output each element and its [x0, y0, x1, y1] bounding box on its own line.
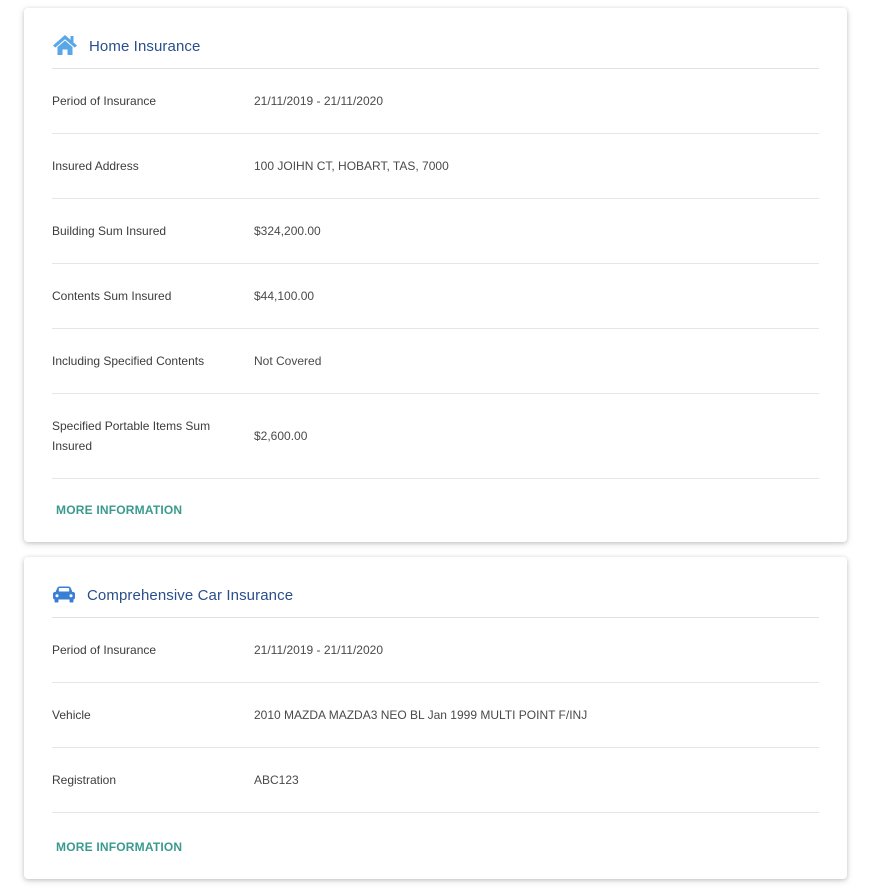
detail-label: Contents Sum Insured: [52, 289, 172, 303]
home-insurance-header: Home Insurance: [52, 8, 819, 69]
detail-value: $324,200.00: [254, 224, 321, 238]
detail-label: Vehicle: [52, 708, 91, 722]
detail-value: Not Covered: [254, 354, 322, 368]
detail-row-portable-items: Specified Portable Items Sum Insured $2,…: [52, 394, 819, 479]
detail-label: Period of Insurance: [52, 94, 157, 108]
detail-row-registration: Registration ABC123: [52, 748, 819, 813]
car-icon: [52, 585, 78, 609]
detail-value: $44,100.00: [254, 289, 315, 303]
card-title: Comprehensive Car Insurance: [87, 587, 294, 604]
home-details-list: Period of Insurance 21/11/2019 - 21/11/2…: [52, 69, 819, 479]
detail-value: ABC123: [254, 773, 299, 787]
detail-row-period: Period of Insurance 21/11/2019 - 21/11/2…: [52, 618, 819, 683]
detail-row-specified-contents: Including Specified Contents Not Covered: [52, 329, 819, 394]
detail-value: 21/11/2019 - 21/11/2020: [254, 643, 383, 657]
detail-row-address: Insured Address 100 JOIHN CT, HOBART, TA…: [52, 134, 819, 199]
detail-label: Registration: [52, 773, 117, 787]
detail-label: Building Sum Insured: [52, 224, 167, 238]
detail-row-vehicle: Vehicle 2010 MAZDA MAZDA3 NEO BL Jan 199…: [52, 683, 819, 748]
detail-value: 21/11/2019 - 21/11/2020: [254, 94, 383, 108]
detail-row-building-sum: Building Sum Insured $324,200.00: [52, 199, 819, 264]
detail-row-contents-sum: Contents Sum Insured $44,100.00: [52, 264, 819, 329]
more-information-link[interactable]: MORE INFORMATION: [56, 840, 182, 854]
detail-value: 100 JOIHN CT, HOBART, TAS, 7000: [254, 159, 449, 173]
more-information-link[interactable]: MORE INFORMATION: [56, 503, 182, 517]
house-icon: [52, 33, 78, 57]
detail-label: Insured Address: [52, 159, 139, 173]
home-insurance-card: Home Insurance Period of Insurance 21/11…: [24, 8, 847, 542]
detail-value: 2010 MAZDA MAZDA3 NEO BL Jan 1999 MULTI …: [254, 708, 588, 722]
detail-label: Specified Portable Items Sum Insured: [52, 419, 211, 453]
car-details-list: Period of Insurance 21/11/2019 - 21/11/2…: [52, 618, 819, 813]
detail-value: $2,600.00: [254, 429, 308, 443]
car-insurance-card: Comprehensive Car Insurance Period of In…: [24, 557, 847, 879]
detail-label: Including Specified Contents: [52, 354, 205, 368]
car-insurance-header: Comprehensive Car Insurance: [52, 557, 819, 618]
detail-row-period: Period of Insurance 21/11/2019 - 21/11/2…: [52, 69, 819, 134]
card-title: Home Insurance: [89, 38, 201, 55]
detail-label: Period of Insurance: [52, 643, 157, 657]
